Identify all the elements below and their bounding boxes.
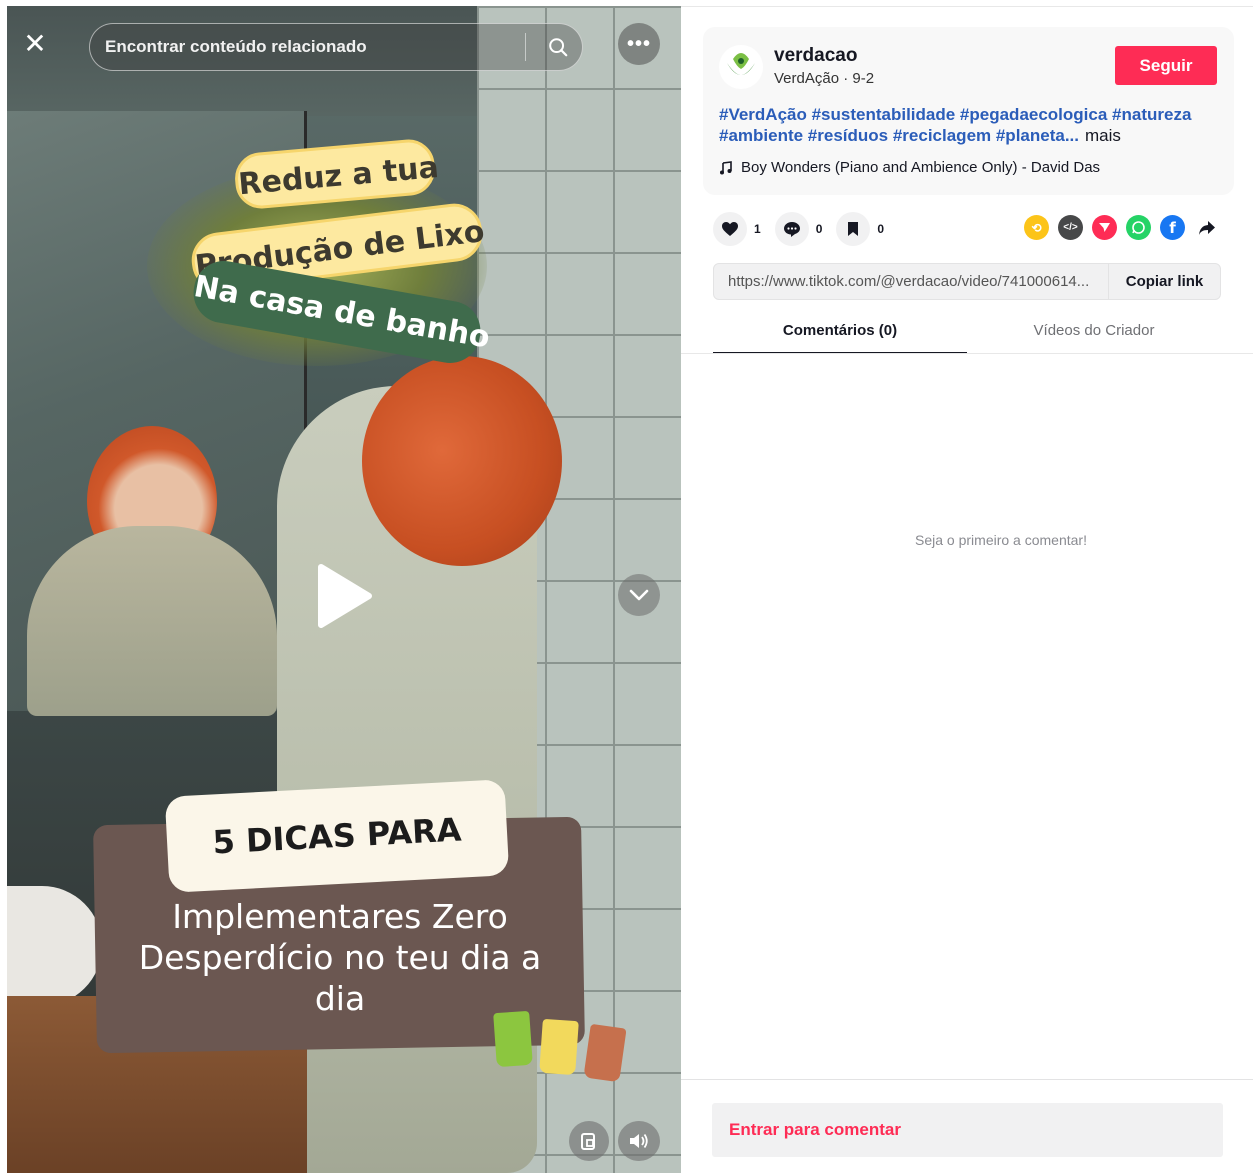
empty-comments-text: Seja o primeiro a comentar! xyxy=(915,532,1087,548)
follow-button[interactable]: Seguir xyxy=(1115,46,1217,85)
avatar[interactable] xyxy=(719,45,763,89)
send-icon[interactable] xyxy=(1092,215,1117,240)
volume-icon[interactable] xyxy=(618,1121,660,1161)
like-count: 1 xyxy=(754,222,761,236)
video-person-hair xyxy=(362,356,562,566)
related-search-bar[interactable] xyxy=(89,23,583,71)
overlay-card-text: Implementares Zero Desperdício no teu di… xyxy=(138,897,542,1018)
recycle-bins-graphic xyxy=(487,1006,637,1086)
comment-action[interactable]: 0 xyxy=(774,212,823,246)
recycle-bin-yellow xyxy=(539,1018,579,1076)
search-divider xyxy=(525,33,526,61)
video-player[interactable]: ✕ ••• Reduz a tua Produção de Lixo Na ca… xyxy=(7,6,681,1173)
chevron-down-icon[interactable] xyxy=(618,574,660,616)
post-info-card: verdacao VerdAção · 9-2 Seguir #VerdAção… xyxy=(703,27,1234,195)
comment-bar-divider xyxy=(681,1079,1253,1080)
details-panel: verdacao VerdAção · 9-2 Seguir #VerdAção… xyxy=(681,0,1253,1173)
save-action[interactable]: 0 xyxy=(836,212,884,246)
heart-icon[interactable] xyxy=(713,212,747,246)
user-subline: VerdAção · 9-2 xyxy=(774,70,875,87)
tab-creator-videos[interactable]: Vídeos do Criador xyxy=(967,312,1221,354)
music-title: Boy Wonders (Piano and Ambience Only) - … xyxy=(741,159,1101,176)
video-sink xyxy=(7,886,102,1006)
like-action[interactable]: 1 xyxy=(713,212,761,246)
close-icon[interactable]: ✕ xyxy=(21,30,49,58)
whatsapp-icon[interactable] xyxy=(1126,215,1151,240)
overlay-card-title: 5 DICAS PARA xyxy=(164,779,510,893)
copy-link-button[interactable]: Copiar link xyxy=(1108,264,1220,299)
tabs-divider xyxy=(681,353,1253,354)
tab-comments[interactable]: Comentários (0) xyxy=(713,312,967,354)
video-reflection-body xyxy=(27,526,277,716)
share-link-box: https://www.tiktok.com/@verdacao/video/7… xyxy=(713,263,1221,300)
recycle-bin-green xyxy=(493,1010,533,1068)
more-options-icon[interactable]: ••• xyxy=(618,23,660,65)
share-arrow-icon[interactable] xyxy=(1194,215,1219,240)
username[interactable]: verdacao xyxy=(774,45,857,67)
login-to-comment-button[interactable]: Entrar para comentar xyxy=(712,1103,1223,1157)
facebook-icon[interactable]: f xyxy=(1160,215,1185,240)
share-icons: ⟲ </> f xyxy=(1024,215,1219,240)
comment-count: 0 xyxy=(815,222,823,236)
search-icon[interactable] xyxy=(538,27,578,67)
recycle-bin-brown xyxy=(583,1023,627,1083)
play-icon[interactable] xyxy=(307,561,377,631)
cut-icon[interactable] xyxy=(569,1121,609,1161)
bookmark-icon[interactable] xyxy=(836,212,871,246)
repost-icon[interactable]: ⟲ xyxy=(1024,215,1049,240)
related-search-input[interactable] xyxy=(105,37,513,57)
more-link[interactable]: mais xyxy=(1085,126,1121,145)
comment-icon[interactable] xyxy=(774,212,809,246)
action-bar: 1 0 0 xyxy=(713,212,898,246)
save-count: 0 xyxy=(877,222,885,236)
share-link-url[interactable]: https://www.tiktok.com/@verdacao/video/7… xyxy=(714,273,1108,290)
tabs: Comentários (0) Vídeos do Criador xyxy=(713,312,1253,354)
post-description: #VerdAção #sustentabilidade #pegadaecolo… xyxy=(719,104,1224,146)
embed-icon[interactable]: </> xyxy=(1058,215,1083,240)
music-info[interactable]: Boy Wonders (Piano and Ambience Only) - … xyxy=(719,159,1100,176)
music-note-icon xyxy=(720,160,732,174)
panel-top-border xyxy=(681,6,1253,7)
